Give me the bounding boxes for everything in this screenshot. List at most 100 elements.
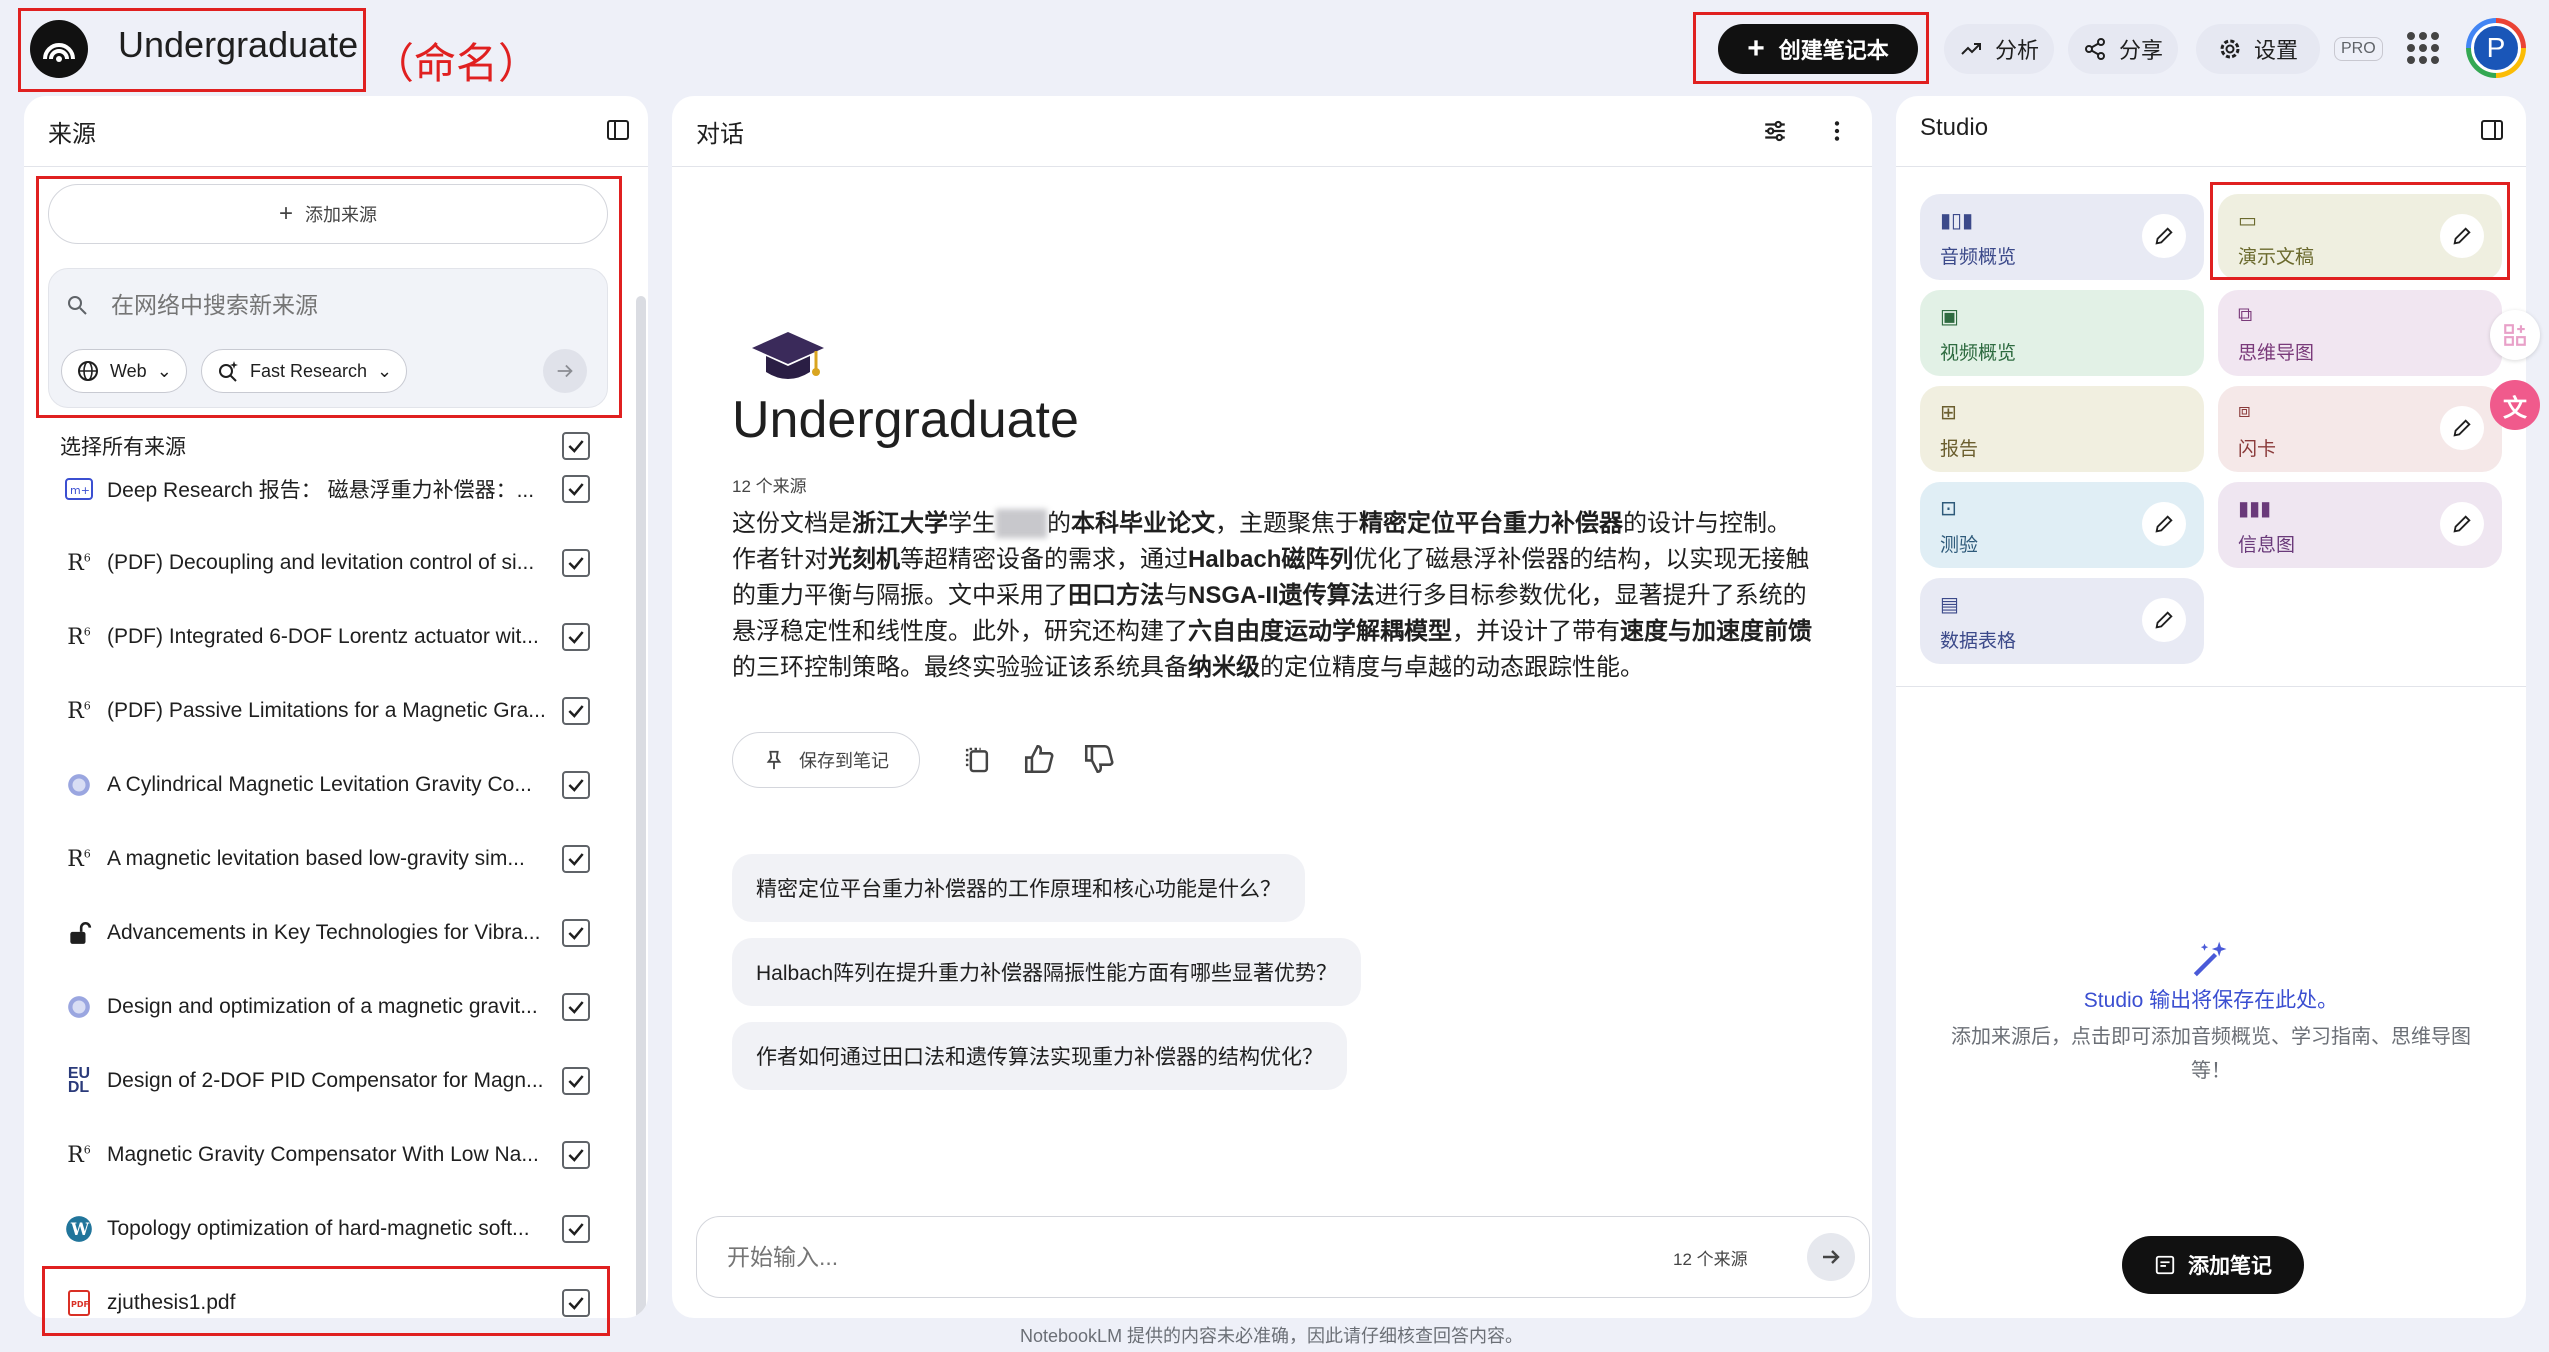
copy-icon[interactable] <box>962 744 992 776</box>
send-button[interactable] <box>1807 1233 1855 1281</box>
studio-tile[interactable]: ▤ 数据表格 <box>1920 578 2204 664</box>
wordpress-icon: W <box>64 1214 94 1244</box>
select-all-checkbox[interactable] <box>562 432 590 460</box>
audio-icon: ▮▯▮ <box>1940 210 1974 232</box>
research-mode-dropdown[interactable]: Fast Research ⌄ <box>201 349 408 393</box>
source-item[interactable]: R6 (PDF) Decoupling and levitation contro… <box>24 533 624 593</box>
edit-tile-button[interactable] <box>2440 214 2484 258</box>
web-search-card: Web ⌄ Fast Research ⌄ <box>48 268 608 408</box>
studio-tile[interactable]: ▣ 视频概览 <box>1920 290 2204 376</box>
web-search-input[interactable] <box>111 285 571 325</box>
summary-fragment: NSGA-II遗传算法 <box>1188 582 1375 609</box>
studio-tile[interactable]: ▮▯▮ 音频概览 <box>1920 194 2204 280</box>
edit-tile-button[interactable] <box>2142 502 2186 546</box>
save-to-note-label: 保存到笔记 <box>799 751 889 771</box>
source-item[interactable]: R6 (PDF) Integrated 6-DOF Lorentz actuato… <box>24 607 624 667</box>
edit-tile-button[interactable] <box>2142 214 2186 258</box>
side-widget-button[interactable] <box>2490 310 2540 360</box>
source-item[interactable]: Design and optimization of a magnetic gr… <box>24 977 624 1037</box>
suggested-question-2[interactable]: Halbach阵列在提升重力补偿器隔振性能方面有哪些显著优势？ <box>732 938 1362 1006</box>
source-item[interactable]: EU DL Design of 2-DOF PID Compensator for … <box>24 1051 624 1111</box>
apps-grid-icon[interactable] <box>2407 32 2439 64</box>
summary-fragment: 的 <box>1047 510 1072 537</box>
source-item-checkbox[interactable] <box>562 697 590 725</box>
source-item-label: A magnetic levitation based low-gravity … <box>107 847 525 870</box>
add-note-label: 添加笔记 <box>2188 1255 2272 1278</box>
tune-icon[interactable] <box>1762 118 1788 144</box>
summary-fragment: 浙江大学 <box>852 510 948 537</box>
avatar[interactable]: P <box>2466 18 2526 78</box>
source-item-checkbox[interactable] <box>562 771 590 799</box>
suggested-question-1[interactable]: 精密定位平台重力补偿器的工作原理和核心功能是什么？ <box>732 854 1305 922</box>
avatar-initial: P <box>2471 23 2521 73</box>
suggested-question-3[interactable]: 作者如何通过田口法和遗传算法实现重力补偿器的结构优化？ <box>732 1022 1347 1090</box>
globe-icon <box>64 992 94 1022</box>
chat-source-count: 12 个来源 <box>732 477 807 496</box>
source-item[interactable]: R6 Magnetic Gravity Compensator With Low … <box>24 1125 624 1185</box>
source-item[interactable]: Advancements in Key Technologies for Vib… <box>24 903 624 963</box>
plus-icon: + <box>278 200 293 227</box>
sources-scrollbar[interactable] <box>636 296 646 1318</box>
studio-panel-title: Studio <box>1920 114 1989 141</box>
web-source-dropdown[interactable]: Web ⌄ <box>61 349 187 393</box>
collapse-panel-icon[interactable] <box>606 118 630 142</box>
summary-fragment: ，并设计了带有 <box>1452 618 1620 645</box>
source-item-checkbox[interactable] <box>562 475 590 503</box>
source-item[interactable]: PDF zjuthesis1.pdf <box>24 1273 624 1318</box>
chat-notebook-title: Undergraduate <box>732 391 1079 449</box>
source-item-checkbox[interactable] <box>562 993 590 1021</box>
mindmap-icon: ⧉ <box>2238 304 2253 326</box>
summary-fragment: 纳米级 <box>1188 654 1260 681</box>
notebooklm-logo[interactable] <box>30 20 88 78</box>
source-item-checkbox[interactable] <box>562 1141 590 1169</box>
input-source-count: 12 个来源 <box>1673 1250 1748 1269</box>
edit-tile-button[interactable] <box>2440 406 2484 450</box>
more-vert-icon[interactable] <box>1824 118 1850 144</box>
source-item[interactable]: R6 (PDF) Passive Limitations for a Magnet… <box>24 681 624 741</box>
source-item[interactable]: A Cylindrical Magnetic Levitation Gravit… <box>24 755 624 815</box>
share-button[interactable]: 分享 <box>2068 24 2178 74</box>
notebook-title[interactable]: Undergraduate <box>118 24 358 66</box>
create-notebook-button[interactable]: + 创建笔记本 <box>1718 24 1918 74</box>
source-item-checkbox[interactable] <box>562 845 590 873</box>
source-item-checkbox[interactable] <box>562 919 590 947</box>
studio-panel: Studio ▮▯▮ 音频概览 ▭ 演示文稿 ▣ 视频概览 ⧉ 思维导图 ⊞ 报告 ⧈ 闪卡 ⊡ 测验 ▮▮… <box>1896 96 2526 1318</box>
source-item-label: Design of 2-DOF PID Compensator for Magn… <box>107 1069 544 1092</box>
source-item-checkbox[interactable] <box>562 549 590 577</box>
source-item[interactable]: W Topology optimization of hard-magnetic … <box>24 1199 624 1259</box>
research-pill-label: Fast Research <box>250 360 368 381</box>
translate-button[interactable]: 文 <box>2490 380 2540 430</box>
source-item-label: (PDF) Decoupling and levitation control … <box>107 551 535 574</box>
edit-tile-button[interactable] <box>2440 502 2484 546</box>
studio-tile[interactable]: ▮▮▮ 信息图 <box>2218 482 2502 568</box>
pencil-icon <box>2453 227 2471 245</box>
studio-tile[interactable]: ⧈ 闪卡 <box>2218 386 2502 472</box>
settings-button[interactable]: 设置 <box>2196 24 2320 74</box>
deep-research-icon: m+ <box>64 474 94 504</box>
analytics-button[interactable]: 分析 <box>1944 24 2054 74</box>
studio-tile[interactable]: ⧉ 思维导图 <box>2218 290 2502 376</box>
edit-tile-button[interactable] <box>2142 598 2186 642</box>
chat-input[interactable] <box>727 1237 1627 1277</box>
submit-search-button[interactable] <box>543 349 587 393</box>
source-item-checkbox[interactable] <box>562 1215 590 1243</box>
pencil-icon <box>2453 419 2471 437</box>
source-item[interactable]: R6 A magnetic levitation based low-gravit… <box>24 829 624 889</box>
source-item-checkbox[interactable] <box>562 1067 590 1095</box>
studio-tile[interactable]: ⊡ 测验 <box>1920 482 2204 568</box>
source-item-label: Topology optimization of hard-magnetic s… <box>107 1217 530 1240</box>
source-item[interactable]: m+ Deep Research 报告： 磁悬浮重力补偿器：... <box>24 459 624 519</box>
notebooklm-logo-icon <box>43 43 75 62</box>
collapse-panel-icon[interactable] <box>2480 118 2504 142</box>
thumbs-up-icon[interactable] <box>1022 742 1056 776</box>
source-item-checkbox[interactable] <box>562 1289 590 1317</box>
source-item-checkbox[interactable] <box>562 623 590 651</box>
video-icon: ▣ <box>1940 306 1959 328</box>
add-source-button[interactable]: + 添加来源 <box>48 184 608 244</box>
source-item-label: Advancements in Key Technologies for Vib… <box>107 921 541 944</box>
studio-tile[interactable]: ⊞ 报告 <box>1920 386 2204 472</box>
thumbs-down-icon[interactable] <box>1082 742 1116 776</box>
save-to-note-button[interactable]: 保存到笔记 <box>732 732 920 788</box>
add-note-button[interactable]: 添加笔记 <box>2122 1236 2304 1294</box>
studio-tile[interactable]: ▭ 演示文稿 <box>2218 194 2502 280</box>
